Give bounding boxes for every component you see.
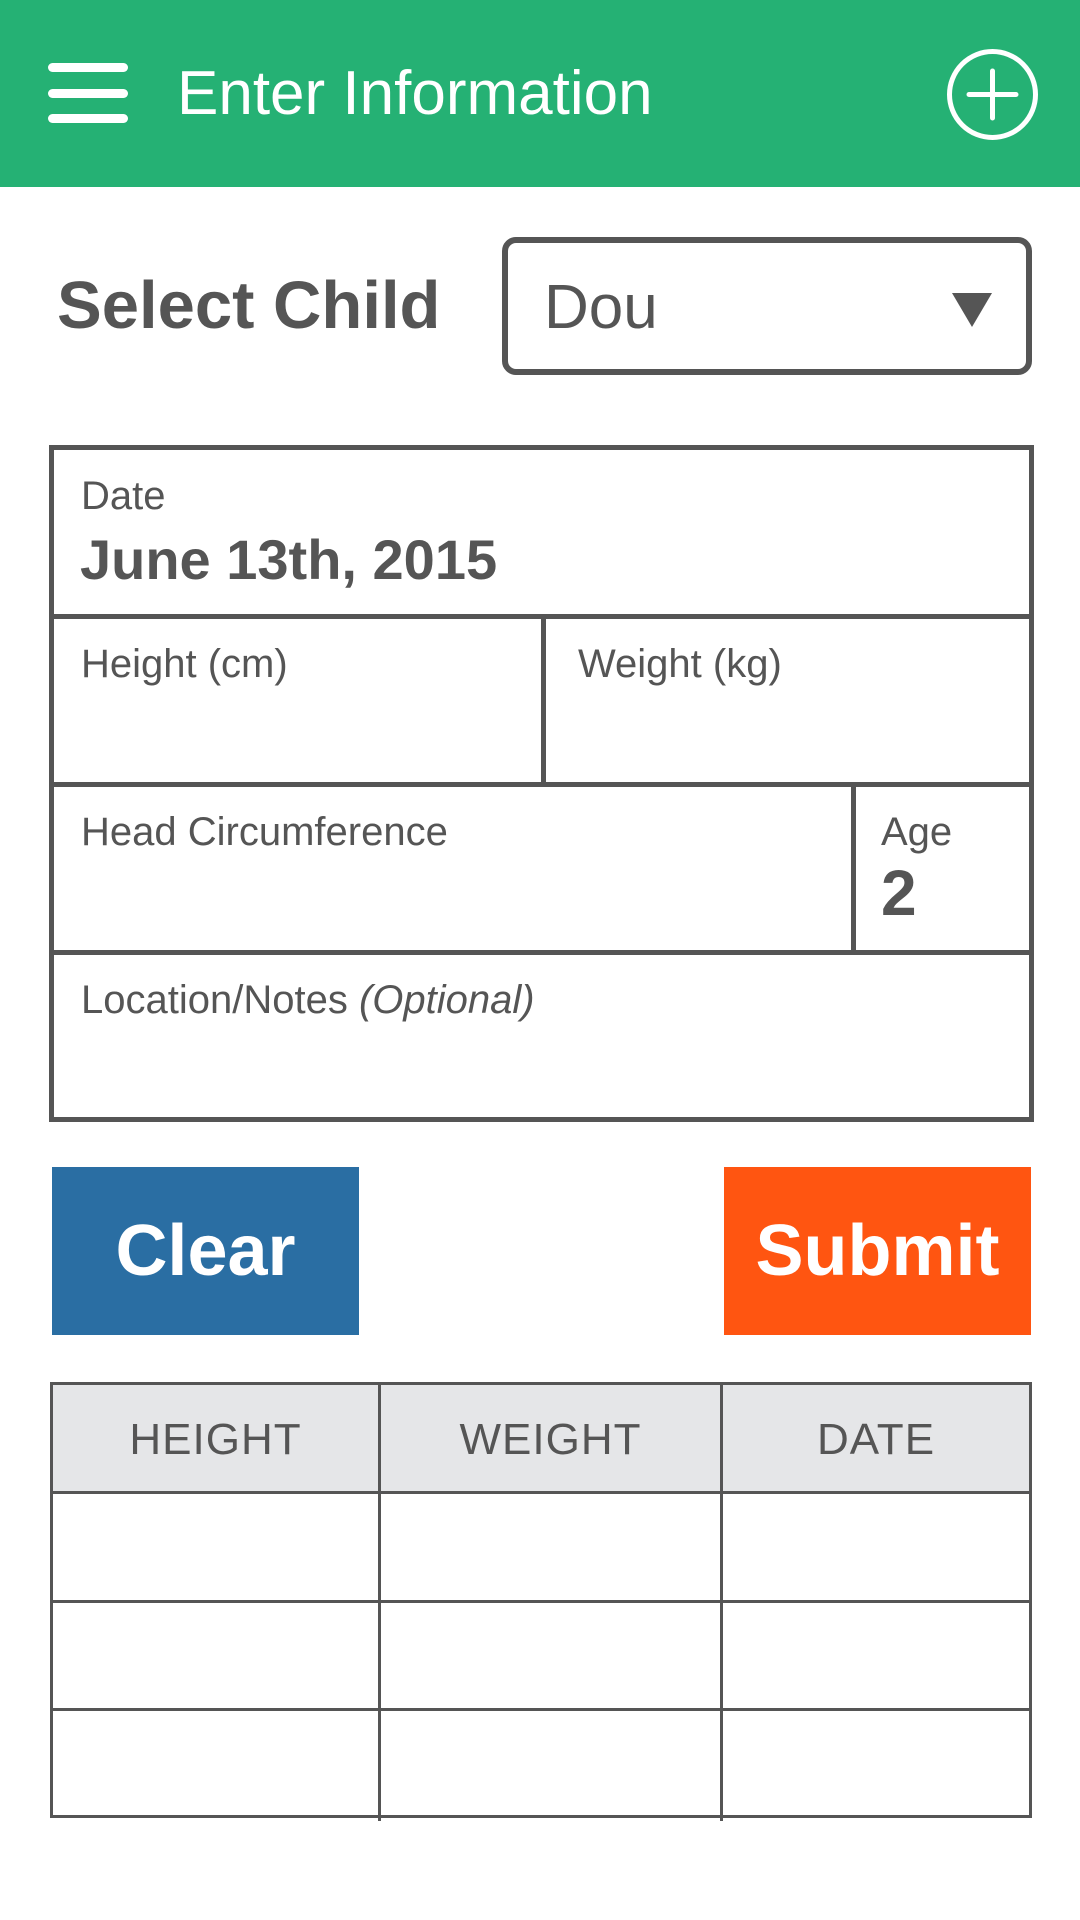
history-table: HEIGHT WEIGHT DATE [50,1382,1032,1821]
add-circle-icon[interactable] [945,47,1040,142]
table-cell[interactable] [723,1494,1029,1600]
notes-label: Location/Notes (Optional) [81,977,535,1023]
weight-label: Weight (kg) [578,642,782,686]
table-cell[interactable] [53,1711,378,1817]
notes-label-text: Location/Notes [81,978,348,1022]
date-field[interactable]: Date June 13th, 2015 [54,450,1029,614]
date-value: June 13th, 2015 [80,528,498,591]
page-title: Enter Information [177,59,653,128]
age-value: 2 [881,857,917,929]
date-label: Date [81,474,166,518]
child-dropdown-value: Dou [544,273,658,342]
height-field[interactable]: Height (cm) [54,619,541,782]
weight-field[interactable]: Weight (kg) [546,619,1029,782]
table-cell[interactable] [381,1711,720,1817]
select-child-label: Select Child [57,268,441,343]
table-cell[interactable] [723,1603,1029,1709]
submit-button[interactable]: Submit [724,1167,1031,1335]
clear-button[interactable]: Clear [52,1167,359,1335]
table-cell[interactable] [53,1603,378,1709]
head-circumference-label: Head Circumference [81,810,448,854]
notes-field[interactable]: Location/Notes (Optional) [54,955,1029,1117]
age-field: Age 2 [856,787,1029,950]
height-label: Height (cm) [81,642,288,686]
app-bar: Enter Information [0,0,1080,187]
weight-input[interactable] [578,703,1012,765]
table-header: HEIGHT WEIGHT DATE [53,1385,1029,1494]
table-cell[interactable] [381,1494,720,1600]
hamburger-menu-icon[interactable] [48,60,128,126]
dropdown-caret-icon [952,293,992,327]
column-header-date: DATE [816,1414,936,1464]
table-cell[interactable] [723,1711,1029,1817]
table-cell[interactable] [53,1494,378,1600]
age-label: Age [881,810,953,854]
height-input[interactable] [81,703,525,765]
child-dropdown[interactable]: Dou [502,237,1032,375]
column-header-height: HEIGHT [129,1414,302,1464]
table-cell[interactable] [381,1603,720,1709]
column-header-weight: WEIGHT [459,1414,642,1464]
notes-input[interactable] [81,1039,1005,1101]
head-circumference-field[interactable]: Head Circumference [54,787,851,950]
head-circumference-input[interactable] [81,871,835,933]
notes-optional-text: (Optional) [358,978,535,1022]
measurement-form: Date June 13th, 2015 Height (cm) Weight … [49,445,1034,1122]
